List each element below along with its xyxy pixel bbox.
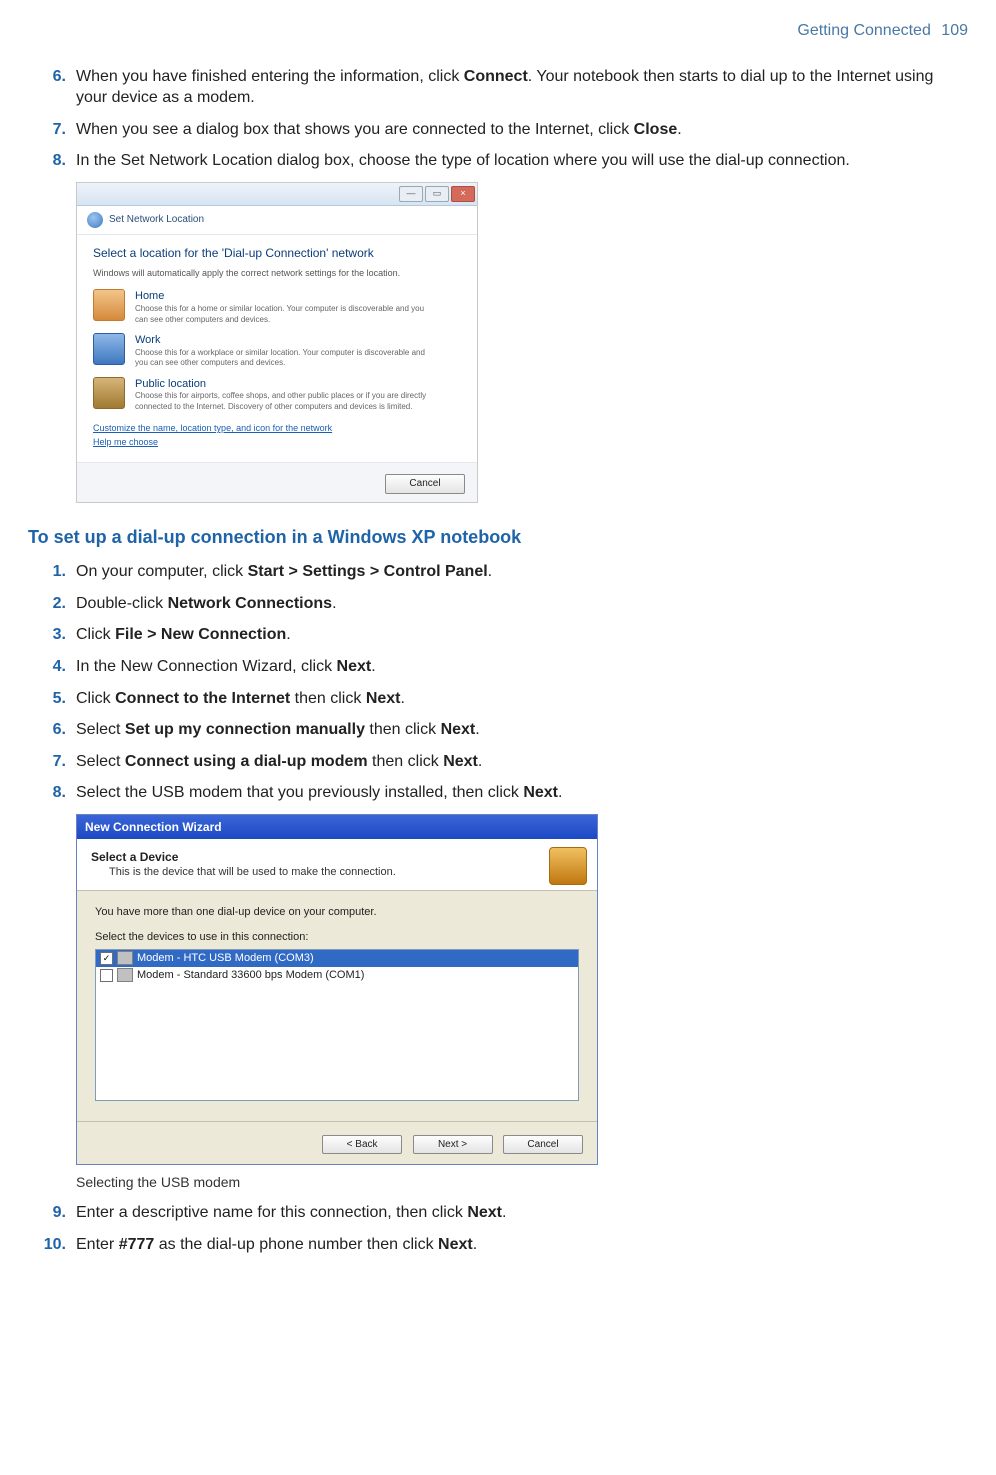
- step-item: 2. Double-click Network Connections.: [28, 593, 968, 615]
- work-icon: [93, 333, 125, 365]
- page-header: Getting Connected 109: [28, 20, 968, 42]
- page-number: 109: [941, 22, 968, 39]
- cancel-button: Cancel: [503, 1135, 583, 1155]
- step-item: 4. In the New Connection Wizard, click Ne…: [28, 656, 968, 678]
- step-text: In the Set Network Location dialog box, …: [76, 152, 850, 169]
- step-item: 3. Click File > New Connection.: [28, 624, 968, 646]
- step-text: Enter #777 as the dial-up phone number t…: [76, 1236, 477, 1253]
- step-text: Enter a descriptive name for this connec…: [76, 1204, 506, 1221]
- step-text: In the New Connection Wizard, click Next…: [76, 658, 376, 675]
- step-text: Double-click Network Connections.: [76, 595, 337, 612]
- option-title: Public location: [135, 377, 435, 392]
- back-button: < Back: [322, 1135, 402, 1155]
- minimize-icon: —: [399, 186, 423, 202]
- device-listbox: ✓ Modem - HTC USB Modem (COM3) Modem - Sta…: [95, 949, 579, 1101]
- step-number: 6.: [36, 66, 66, 88]
- step-item: 6. Select Set up my connection manually t…: [28, 719, 968, 741]
- modem-icon: [117, 968, 133, 982]
- customize-link: Customize the name, location type, and i…: [93, 422, 461, 434]
- option-desc: Choose this for airports, coffee shops, …: [135, 391, 435, 412]
- dialog-headline: Select a location for the 'Dial-up Conne…: [93, 245, 461, 261]
- step-item: 7. Select Connect using a dial-up modem t…: [28, 751, 968, 773]
- step-text: On your computer, click Start > Settings…: [76, 563, 492, 580]
- step-item: 8. In the Set Network Location dialog box…: [28, 150, 968, 172]
- checkbox-icon: [100, 969, 113, 982]
- step-text: Select Set up my connection manually the…: [76, 721, 480, 738]
- close-icon: ×: [451, 186, 475, 202]
- step-item: 8. Select the USB modem that you previous…: [28, 782, 968, 804]
- device-label: Modem - HTC USB Modem (COM3): [137, 951, 314, 966]
- step-number: 1.: [36, 561, 66, 583]
- step-text: When you see a dialog box that shows you…: [76, 121, 682, 138]
- step-text: Click File > New Connection.: [76, 626, 291, 643]
- wizard-heading: Select a Device: [91, 849, 537, 865]
- step-number: 7.: [36, 119, 66, 141]
- step-number: 7.: [36, 751, 66, 773]
- section-heading: To set up a dial-up connection in a Wind…: [28, 525, 968, 549]
- device-row: ✓ Modem - HTC USB Modem (COM3): [96, 950, 578, 967]
- back-arrow-icon: [87, 212, 103, 228]
- step-number: 6.: [36, 719, 66, 741]
- help-link: Help me choose: [93, 436, 461, 448]
- modem-icon: [117, 951, 133, 965]
- network-location-option-work: WorkChoose this for a workplace or simil…: [93, 333, 461, 369]
- step-item: 10. Enter #777 as the dial-up phone numbe…: [28, 1234, 968, 1256]
- step-number: 2.: [36, 593, 66, 615]
- step-number: 10.: [36, 1234, 66, 1256]
- network-location-option-home: HomeChoose this for a home or similar lo…: [93, 289, 461, 325]
- network-location-option-public: Public locationChoose this for airports,…: [93, 377, 461, 413]
- step-text: Select the USB modem that you previously…: [76, 784, 562, 801]
- step-number: 9.: [36, 1202, 66, 1224]
- step-number: 4.: [36, 656, 66, 678]
- step-number: 3.: [36, 624, 66, 646]
- dialog-subline: Windows will automatically apply the cor…: [93, 267, 461, 279]
- wizard-header-icon: [549, 847, 587, 885]
- step-text: When you have finished entering the info…: [76, 68, 933, 107]
- public-icon: [93, 377, 125, 409]
- listbox-label: Select the devices to use in this connec…: [95, 930, 579, 945]
- step-number: 8.: [36, 150, 66, 172]
- step-number: 5.: [36, 688, 66, 710]
- step-item: 1. On your computer, click Start > Settin…: [28, 561, 968, 583]
- new-connection-wizard-screenshot: New Connection Wizard Select a Device Th…: [76, 814, 598, 1165]
- figure-caption: Selecting the USB modem: [76, 1173, 968, 1192]
- breadcrumb: Set Network Location: [77, 206, 477, 235]
- cancel-button: Cancel: [385, 474, 465, 494]
- device-label: Modem - Standard 33600 bps Modem (COM1): [137, 968, 364, 983]
- breadcrumb-text: Set Network Location: [109, 213, 204, 227]
- set-network-location-screenshot: — ▭ × Set Network Location Select a loca…: [76, 182, 478, 503]
- step-item: 7. When you see a dialog box that shows y…: [28, 119, 968, 141]
- device-row: Modem - Standard 33600 bps Modem (COM1): [96, 967, 578, 984]
- step-item: 6. When you have finished entering the in…: [28, 66, 968, 109]
- step-text: Click Connect to the Internet then click…: [76, 690, 405, 707]
- option-desc: Choose this for a workplace or similar l…: [135, 348, 435, 369]
- step-item: 5. Click Connect to the Internet then cli…: [28, 688, 968, 710]
- checkbox-icon: ✓: [100, 952, 113, 965]
- wizard-subheading: This is the device that will be used to …: [109, 865, 537, 880]
- option-title: Home: [135, 289, 435, 304]
- maximize-icon: ▭: [425, 186, 449, 202]
- wizard-hint: You have more than one dial-up device on…: [95, 905, 579, 920]
- step-number: 8.: [36, 782, 66, 804]
- option-desc: Choose this for a home or similar locati…: [135, 304, 435, 325]
- step-text: Select Connect using a dial-up modem the…: [76, 753, 482, 770]
- next-button: Next >: [413, 1135, 493, 1155]
- option-title: Work: [135, 333, 435, 348]
- step-item: 9. Enter a descriptive name for this conn…: [28, 1202, 968, 1224]
- section-name: Getting Connected: [797, 22, 930, 39]
- window-titlebar: — ▭ ×: [77, 183, 477, 206]
- home-icon: [93, 289, 125, 321]
- xp-titlebar: New Connection Wizard: [77, 815, 597, 839]
